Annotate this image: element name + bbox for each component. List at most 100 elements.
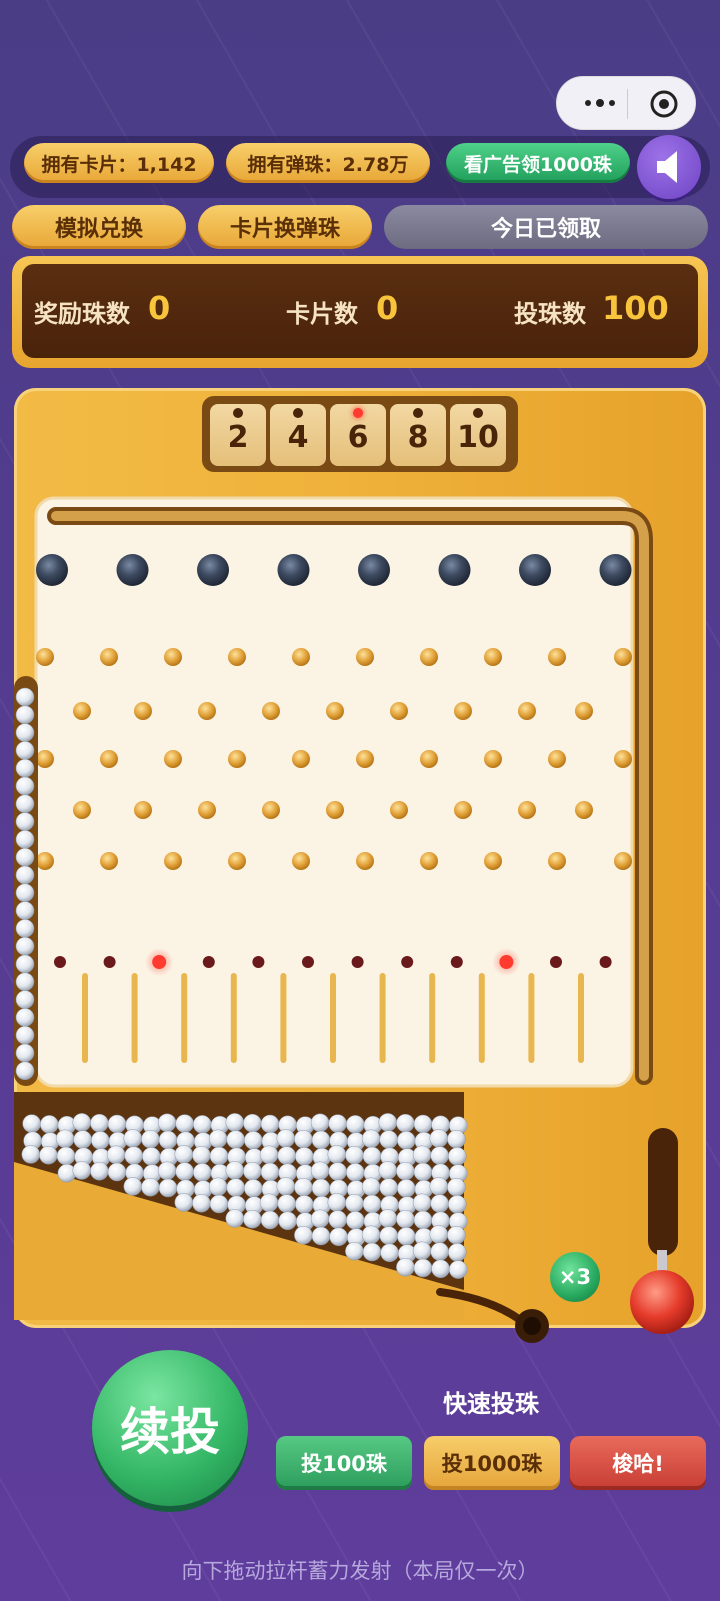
hopper-marble (345, 1193, 364, 1213)
peg (484, 648, 502, 666)
hopper-marble (328, 1162, 347, 1181)
peg (262, 801, 280, 819)
hopper-marble (379, 1178, 398, 1197)
hopper-marble (226, 1130, 245, 1149)
peg (262, 702, 280, 720)
queued-marble (15, 847, 35, 867)
hopper-marble (311, 1226, 331, 1246)
queued-marble (15, 954, 35, 974)
multiplier-label: 8 (407, 420, 429, 455)
slot-light-active (499, 955, 514, 969)
all-in-button[interactable]: 梭哈! (570, 1436, 706, 1490)
hopper-marble (157, 1161, 177, 1181)
hopper-marble (362, 1242, 382, 1262)
multiplier-indicator (413, 408, 423, 418)
slot-divider (181, 973, 188, 1063)
bonus-multiplier-badge: ×3 (550, 1252, 600, 1302)
hopper-marble (225, 1209, 245, 1228)
hopper-marble (56, 1146, 76, 1166)
hopper-marble (396, 1113, 415, 1133)
hopper-marble (55, 1129, 75, 1149)
hopper-marble (157, 1113, 177, 1133)
hopper-marble (310, 1113, 330, 1133)
multiplier-box: 4 (270, 404, 326, 466)
lever-hint-text: 向下拖动拉杆蓄力发射（本局仅一次） (181, 1559, 539, 1583)
throw-1000-button[interactable]: 投1000珠 (424, 1436, 560, 1490)
queued-marble (15, 741, 35, 760)
queued-marble (15, 919, 35, 938)
queued-marble (15, 794, 35, 814)
peg (454, 801, 472, 819)
hopper-marble (158, 1178, 178, 1198)
peg (614, 852, 632, 870)
hopper-marble (379, 1226, 398, 1245)
hopper-marble (396, 1257, 415, 1277)
multiplier-box-active: 6 (330, 404, 386, 466)
hopper-marble (413, 1210, 433, 1230)
peg (164, 750, 182, 768)
hopper-marble (208, 1177, 228, 1197)
hopper-marble (123, 1177, 143, 1196)
hopper-marble (276, 1129, 296, 1148)
hopper-marble (327, 1145, 347, 1164)
hopper-marble (260, 1162, 280, 1182)
hopper-marble (276, 1177, 296, 1196)
multiplier-label: 10 (457, 420, 499, 455)
peg (420, 648, 438, 666)
hopper-marble (244, 1131, 263, 1150)
slot-divider (578, 973, 584, 1063)
queued-marble (15, 705, 35, 725)
bumper-ball (599, 554, 632, 586)
queued-marble (15, 830, 35, 849)
hopper-marble (430, 1242, 449, 1261)
slot-light (302, 956, 314, 968)
multiplier-label: 6 (347, 420, 369, 455)
hopper-marble (362, 1146, 382, 1166)
peg (73, 702, 91, 720)
hopper-marble (277, 1146, 296, 1165)
continue-throw-button[interactable]: 续投 (92, 1350, 248, 1506)
launch-lever[interactable] (628, 1120, 700, 1340)
hopper-marble (447, 1177, 466, 1197)
throw-100-button[interactable]: 投100珠 (276, 1436, 412, 1490)
hopper-marble (208, 1129, 228, 1149)
peg (134, 702, 152, 720)
slot-light (351, 956, 364, 968)
hopper-marble (310, 1209, 330, 1229)
hopper-marble (193, 1163, 212, 1182)
hopper-marble (448, 1260, 468, 1279)
queued-marble (15, 812, 35, 831)
hopper-marble (72, 1113, 92, 1132)
hopper-marble (260, 1114, 280, 1134)
hopper-marble (429, 1225, 449, 1244)
hopper-marble (396, 1209, 415, 1229)
hopper-marble (174, 1193, 194, 1212)
peg (326, 702, 344, 720)
hopper-marble (431, 1259, 450, 1279)
hopper-marble (294, 1177, 313, 1197)
peg (484, 750, 502, 768)
hopper-marble (175, 1114, 194, 1133)
slot-light (252, 956, 265, 968)
hopper-marble (412, 1193, 432, 1213)
hopper-marble (39, 1145, 58, 1165)
hopper-marble (193, 1115, 212, 1134)
peg (575, 801, 593, 819)
peg (518, 801, 536, 819)
queued-marble (15, 1043, 35, 1063)
peg (228, 648, 246, 666)
peg (228, 852, 246, 870)
hopper-marble (226, 1178, 245, 1197)
peg (356, 648, 374, 666)
slot-divider (230, 973, 237, 1063)
peg (36, 750, 54, 768)
peg (100, 648, 118, 666)
multiplier-indicator (473, 408, 483, 418)
hopper-marble (362, 1194, 382, 1214)
bumper-ball (438, 554, 471, 586)
hopper-marble (225, 1161, 245, 1180)
slot-divider (379, 973, 386, 1063)
queued-marble (15, 758, 35, 778)
hopper-marble (429, 1177, 449, 1196)
hopper-marble (361, 1129, 381, 1149)
